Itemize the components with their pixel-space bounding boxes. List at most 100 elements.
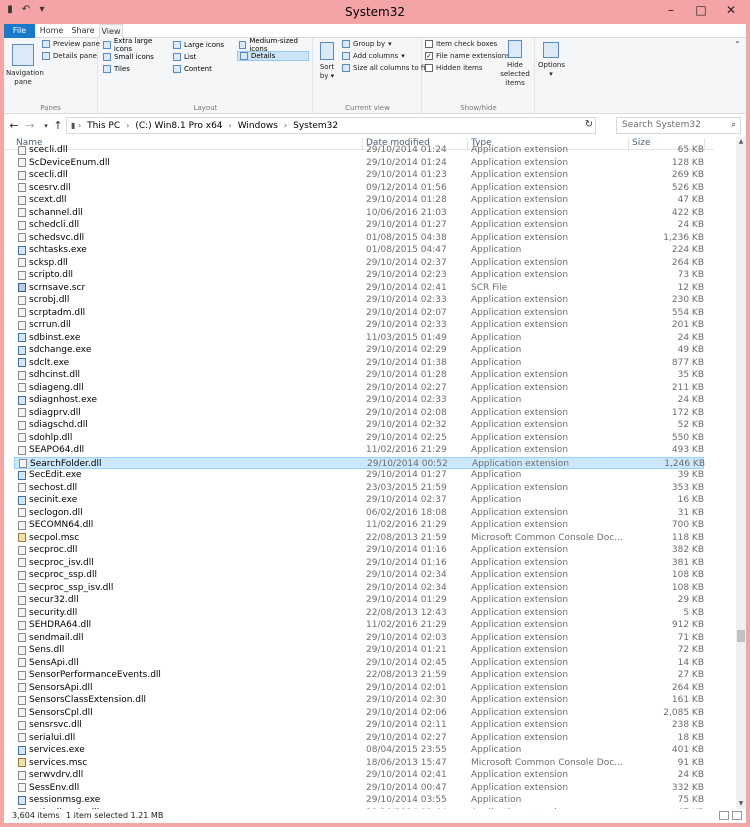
file-row[interactable]: services.exe 08/04/2015 23:55 Application 4… — [14, 744, 704, 757]
tab-share[interactable]: Share — [68, 24, 98, 38]
hidden-items-toggle[interactable]: Hidden items — [425, 64, 483, 72]
item-check-boxes-toggle[interactable]: Item check boxes — [425, 40, 497, 48]
search-input[interactable]: Search System32 ⌕ — [616, 117, 741, 134]
address-bar[interactable]: ▮ › This PC › (C:) Win8.1 Pro x64 › Wind… — [66, 117, 596, 134]
file-row[interactable]: Sens.dll 29/10/2014 01:21 Application exte… — [14, 644, 704, 657]
file-row[interactable]: scecli.dll 29/10/2014 01:23 Application ex… — [14, 169, 704, 182]
file-row[interactable]: sdiageng.dll 29/10/2014 02:27 Application … — [14, 382, 704, 395]
add-columns-button[interactable]: Add columns ▾ — [342, 52, 405, 60]
layout-content[interactable]: Content — [171, 64, 233, 74]
file-row[interactable]: sdiagschd.dll 29/10/2014 02:32 Application… — [14, 419, 704, 432]
file-row[interactable]: SEAPO64.dll 11/02/2016 21:29 Application e… — [14, 444, 704, 457]
checkbox-unchecked[interactable] — [425, 40, 433, 48]
file-row[interactable]: schedcli.dll 29/10/2014 01:27 Application … — [14, 219, 704, 232]
group-by-button[interactable]: Group by ▾ — [342, 40, 392, 48]
file-row[interactable]: SensApi.dll 29/10/2014 02:45 Application e… — [14, 657, 704, 670]
file-row[interactable]: secproc_ssp_isv.dll 29/10/2014 02:34 Appli… — [14, 582, 704, 595]
file-row[interactable]: scecli.dll 29/10/2014 01:24 Application ex… — [14, 144, 704, 157]
file-row[interactable]: secinit.exe 29/10/2014 02:37 Application 16… — [14, 494, 704, 507]
file-row[interactable]: SensorPerformanceEvents.dll 22/08/2013 21… — [14, 669, 704, 682]
tab-home[interactable]: Home — [37, 24, 66, 38]
file-row[interactable]: secproc.dll 29/10/2014 01:16 Application e… — [14, 544, 704, 557]
file-row[interactable]: sdbinst.exe 11/03/2015 01:49 Application 24… — [14, 332, 704, 345]
file-row[interactable]: SessEnv.dll 29/10/2014 00:47 Application e… — [14, 782, 704, 795]
navigation-pane-button[interactable]: Navigation pane — [6, 44, 44, 87]
file-row[interactable]: sensrsvc.dll 29/10/2014 02:11 Application … — [14, 719, 704, 732]
tab-view[interactable]: View — [99, 24, 123, 38]
layout-small-icons[interactable]: Small icons — [101, 52, 171, 62]
up-button[interactable]: ↑ — [51, 118, 65, 134]
file-row[interactable]: seclogon.dll 06/02/2016 18:08 Application … — [14, 507, 704, 520]
minimize-button[interactable]: – — [656, 0, 686, 20]
file-row[interactable]: scksp.dll 29/10/2014 02:37 Application ext… — [14, 257, 704, 270]
refresh-icon[interactable]: ↻ — [582, 118, 596, 132]
details-pane-button[interactable]: Details pane — [42, 52, 97, 60]
file-row[interactable]: SECOMN64.dll 11/02/2016 21:29 Application … — [14, 519, 704, 532]
back-button[interactable]: ← — [7, 118, 21, 134]
file-row[interactable]: serwvdrv.dll 29/10/2014 02:41 Application … — [14, 769, 704, 782]
file-row[interactable]: scesrv.dll 09/12/2014 01:56 Application ex… — [14, 182, 704, 195]
file-row[interactable]: scripto.dll 29/10/2014 02:23 Application e… — [14, 269, 704, 282]
file-row[interactable]: secproc_isv.dll 29/10/2014 01:16 Applicati… — [14, 557, 704, 570]
sort-by-button[interactable]: Sort by ▾ — [316, 42, 338, 81]
large-icons-view-icon[interactable] — [732, 811, 742, 820]
breadcrumb-system32[interactable]: System32 — [293, 121, 338, 131]
file-row[interactable]: SEHDRA64.dll 11/02/2016 21:29 Application … — [14, 619, 704, 632]
file-row[interactable]: scrrun.dll 29/10/2014 02:33 Application ex… — [14, 319, 704, 332]
file-row[interactable]: secur32.dll 29/10/2014 01:29 Application e… — [14, 594, 704, 607]
file-row[interactable]: scrptadm.dll 29/10/2014 02:07 Application … — [14, 307, 704, 320]
file-row[interactable]: sessionmsg.exe 29/10/2014 03:55 Applicatio… — [14, 794, 704, 807]
file-row[interactable]: security.dll 22/08/2013 12:43 Application … — [14, 607, 704, 620]
collapse-ribbon-icon[interactable]: ⌃ — [734, 40, 741, 49]
size-all-columns-button[interactable]: Size all columns to fit — [342, 64, 428, 72]
file-row[interactable]: scrnsave.scr 29/10/2014 02:41 SCR File 12 K… — [14, 282, 704, 295]
file-row[interactable]: SecEdit.exe 29/10/2014 01:27 Application 39… — [14, 469, 704, 482]
file-row[interactable]: secproc_ssp.dll 29/10/2014 02:34 Applicati… — [14, 569, 704, 582]
file-row[interactable]: sdiagprv.dll 29/10/2014 02:08 Application … — [14, 407, 704, 420]
hide-selected-items-button[interactable]: Hide selected items — [497, 40, 533, 88]
scrollbar-thumb[interactable] — [737, 630, 745, 642]
scroll-up-icon[interactable]: ▲ — [736, 137, 746, 147]
file-row[interactable]: sdchange.exe 29/10/2014 02:29 Application 4… — [14, 344, 704, 357]
file-row[interactable]: sdhcinst.dll 29/10/2014 01:28 Application … — [14, 369, 704, 382]
file-row[interactable]: sendmail.dll 29/10/2014 02:03 Application … — [14, 632, 704, 645]
file-row[interactable]: ScDeviceEnum.dll 29/10/2014 01:24 Applicat… — [14, 157, 704, 170]
tab-file[interactable]: File — [4, 24, 35, 38]
file-row[interactable]: services.msc 18/06/2013 15:47 Microsoft Co… — [14, 757, 704, 770]
maximize-button[interactable]: □ — [686, 0, 716, 20]
breadcrumb-windows[interactable]: Windows — [238, 121, 278, 131]
layout-large-icons[interactable]: Large icons — [171, 40, 233, 50]
file-row[interactable]: schedsvc.dll 01/08/2015 04:38 Application … — [14, 232, 704, 245]
file-row[interactable]: sechost.dll 23/03/2015 21:59 Application e… — [14, 482, 704, 495]
preview-pane-button[interactable]: Preview pane — [42, 40, 100, 48]
layout-extra-large-icons[interactable]: Extra large icons — [101, 37, 171, 53]
layout-list[interactable]: List — [171, 52, 233, 62]
file-row[interactable]: SearchFolder.dll 29/10/2014 00:52 Applicat… — [14, 456, 705, 469]
file-row[interactable]: SensorsClassExtension.dll 29/10/2014 02:3… — [14, 694, 704, 707]
file-row[interactable]: serialui.dll 29/10/2014 02:27 Application … — [14, 732, 704, 745]
file-row[interactable]: schannel.dll 10/06/2016 21:03 Application … — [14, 207, 704, 220]
checkbox-checked[interactable]: ✓ — [425, 52, 433, 60]
file-row[interactable]: schtasks.exe 01/08/2015 04:47 Application 2… — [14, 244, 704, 257]
file-row[interactable]: SensorsApi.dll 29/10/2014 02:01 Applicatio… — [14, 682, 704, 695]
vertical-scrollbar[interactable]: ▲ ▼ — [736, 137, 746, 809]
file-row[interactable]: SensorsCpl.dll 29/10/2014 02:06 Applicatio… — [14, 707, 704, 720]
layout-tiles[interactable]: Tiles — [101, 64, 171, 74]
details-view-icon[interactable] — [719, 811, 729, 820]
breadcrumb-drive[interactable]: (C:) Win8.1 Pro x64 — [135, 121, 222, 131]
file-row[interactable]: scext.dll 29/10/2014 01:28 Application ext… — [14, 194, 704, 207]
layout-details[interactable]: Details — [237, 51, 309, 61]
forward-button[interactable]: → — [23, 118, 37, 134]
checkbox-unchecked[interactable] — [425, 64, 433, 72]
options-button[interactable]: Options ▾ — [538, 42, 565, 79]
file-row[interactable]: sdclt.exe 29/10/2014 01:38 Application 877 … — [14, 357, 704, 370]
file-row[interactable]: sdiagnhost.exe 29/10/2014 02:33 Applicatio… — [14, 394, 704, 407]
scroll-down-icon[interactable]: ▼ — [736, 799, 746, 809]
file-row[interactable]: sdohlp.dll 29/10/2014 02:25 Application ex… — [14, 432, 704, 445]
column-divider[interactable] — [704, 138, 705, 151]
close-button[interactable]: ✕ — [716, 0, 746, 20]
layout-medium-icons[interactable]: Medium-sized icons — [237, 37, 311, 53]
breadcrumb-this-pc[interactable]: This PC — [87, 121, 120, 131]
file-row[interactable]: scrobj.dll 29/10/2014 02:33 Application ex… — [14, 294, 704, 307]
file-row[interactable]: secpol.msc 22/08/2013 21:59 Microsoft Comm… — [14, 532, 704, 545]
